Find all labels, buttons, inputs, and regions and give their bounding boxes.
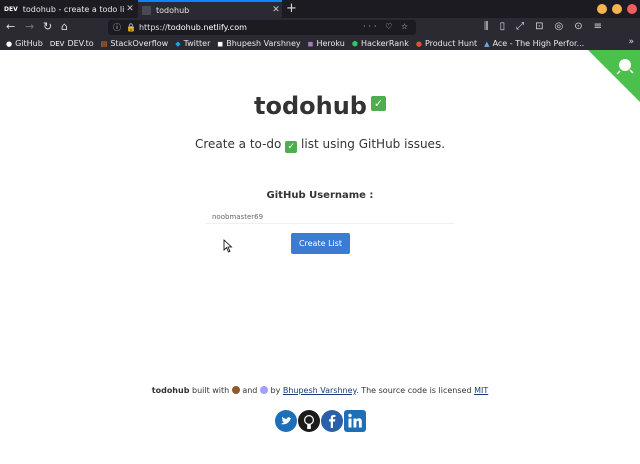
heroku-icon: ◼ xyxy=(307,39,314,48)
username-input[interactable] xyxy=(206,210,454,224)
close-window-icon[interactable] xyxy=(627,4,637,14)
page-title: todohub ✓ xyxy=(0,92,640,120)
page-favicon-icon xyxy=(142,5,151,15)
library-icon[interactable]: ⫼ xyxy=(484,21,489,32)
download-icon[interactable]: ⊙ xyxy=(574,21,582,32)
bookmark-label: Twitter xyxy=(183,39,211,48)
url-scheme: https:// xyxy=(138,23,168,32)
menu-icon[interactable]: ≡ xyxy=(594,21,602,32)
username-label: GitHub Username : xyxy=(266,190,374,201)
footer-brand: todohub xyxy=(151,386,190,395)
create-list-button[interactable]: Create List xyxy=(291,233,350,254)
page-content: todohub ✓ Create a to-do ✓ list using Git… xyxy=(0,50,640,464)
close-tab-icon[interactable]: ✕ xyxy=(124,4,136,14)
page-actions-icon[interactable]: ··· ♡ ☆ xyxy=(363,22,411,31)
toolbar-icons: ⫼ ▯ ⤢ ⊡ ◎ ⊙ ≡ xyxy=(484,21,602,32)
shield-icon[interactable]: ◎ xyxy=(555,21,564,32)
title-text: todohub xyxy=(254,92,367,120)
bookmark-label: StackOverflow xyxy=(110,39,169,48)
nav-bar: ← → ↻ ⌂ ⓘ 🔒 https://todohub.netlify.com … xyxy=(0,18,640,37)
back-icon[interactable]: ← xyxy=(6,20,15,33)
footer-credits: todohub built with and by Bhupesh Varshn… xyxy=(0,386,640,395)
bookmark-label: Bhupesh Varshney xyxy=(226,39,301,48)
subtitle-text-before: Create a to-do xyxy=(194,137,282,151)
bookmark-label: DEV.to xyxy=(67,39,94,48)
ace-icon: ▲ xyxy=(484,39,490,48)
window-controls xyxy=(597,4,637,14)
tab-bar: DEV todohub - create a todo list ✕ todoh… xyxy=(0,0,640,18)
bookmark-bhupesh[interactable]: ◼ Bhupesh Varshney xyxy=(217,39,300,48)
lock-icon[interactable]: 🔒 xyxy=(126,23,136,32)
bookmark-ace[interactable]: ▲ Ace - The High Perfor... xyxy=(484,39,584,48)
footer-text: built with xyxy=(191,386,230,395)
bookmark-heroku[interactable]: ◼ Heroku xyxy=(308,39,345,48)
tab-todohub[interactable]: todohub ✕ xyxy=(138,0,282,18)
close-tab-icon[interactable]: ✕ xyxy=(270,5,282,15)
forward-icon[interactable]: → xyxy=(25,20,34,33)
bookmark-hackerrank[interactable]: ⬢ HackerRank xyxy=(352,39,409,48)
minimize-icon[interactable] xyxy=(597,4,607,14)
check-mark-icon: ✓ xyxy=(285,141,298,153)
bookmark-icon: ◼ xyxy=(217,39,224,48)
bookmark-stackoverflow[interactable]: ▤ StackOverflow xyxy=(101,39,169,48)
bookmark-github[interactable]: ● GitHub xyxy=(6,39,43,48)
bookmark-label: Heroku xyxy=(316,39,345,48)
browser-chrome: DEV todohub - create a todo list ✕ todoh… xyxy=(0,0,640,50)
dev-icon: DEV xyxy=(49,39,65,48)
producthunt-icon: ● xyxy=(415,39,422,48)
social-links xyxy=(0,410,640,432)
tab-todohub-create[interactable]: DEV todohub - create a todo list ✕ xyxy=(0,0,136,18)
bookmark-producthunt[interactable]: ● Product Hunt xyxy=(416,39,477,48)
linkedin-icon[interactable] xyxy=(343,410,366,432)
author-link[interactable]: Bhupesh Varshney xyxy=(283,386,356,395)
info-icon[interactable]: ⓘ xyxy=(113,22,121,33)
bookmark-label: Ace - The High Perfor... xyxy=(492,39,585,48)
bookmark-label: GitHub xyxy=(15,39,43,48)
tab-title: todohub - create a todo list xyxy=(22,4,124,14)
mouse-pointer-icon xyxy=(223,239,233,253)
new-tab-icon[interactable]: + xyxy=(286,1,297,16)
address-bar[interactable]: ⓘ 🔒 https://todohub.netlify.com ··· ♡ ☆ xyxy=(108,20,416,35)
hackerrank-icon: ⬢ xyxy=(351,39,358,48)
footer-text: and xyxy=(242,386,258,395)
footer-text: by xyxy=(270,386,281,395)
footer-text: . The source code is licensed xyxy=(356,386,472,395)
maximize-icon[interactable] xyxy=(612,4,622,14)
home-icon[interactable]: ⌂ xyxy=(61,20,68,33)
reload-icon[interactable]: ↻ xyxy=(43,20,52,33)
sidebar-icon[interactable]: ▯ xyxy=(500,21,506,32)
extension-icon[interactable]: ⤢ xyxy=(516,21,524,32)
heart-icon xyxy=(231,386,240,394)
url-host: todohub.netlify.com xyxy=(167,23,247,32)
bookmark-twitter[interactable]: ◆ Twitter xyxy=(175,39,210,48)
bookmark-devto[interactable]: DEV DEV.to xyxy=(50,39,94,48)
license-link[interactable]: MIT xyxy=(474,386,488,395)
twitter-icon: ◆ xyxy=(175,39,181,48)
stackoverflow-icon: ▤ xyxy=(100,39,108,48)
facebook-icon[interactable] xyxy=(320,410,343,432)
bookmark-label: Product Hunt xyxy=(424,39,478,48)
bookmark-label: HackerRank xyxy=(360,39,409,48)
url-text: https://todohub.netlify.com xyxy=(139,23,247,32)
more-bookmarks-icon[interactable]: » xyxy=(628,37,634,47)
subtitle-text-after: list using GitHub issues. xyxy=(301,137,446,151)
check-mark-icon: ✓ xyxy=(370,95,386,111)
bookmarks-bar: ● GitHub DEV DEV.to ▤ StackOverflow ◆ Twitte… xyxy=(0,37,640,50)
screenshot-icon[interactable]: ⊡ xyxy=(535,21,543,32)
page-subtitle: Create a to-do ✓ list using GitHub issue… xyxy=(0,137,640,153)
twitter-icon[interactable] xyxy=(274,410,297,432)
tab-title: todohub xyxy=(156,5,190,15)
github-icon[interactable] xyxy=(297,410,320,432)
github-icon: ● xyxy=(6,39,13,48)
sparkle-icon xyxy=(259,386,268,394)
dev-favicon: DEV xyxy=(4,5,18,13)
